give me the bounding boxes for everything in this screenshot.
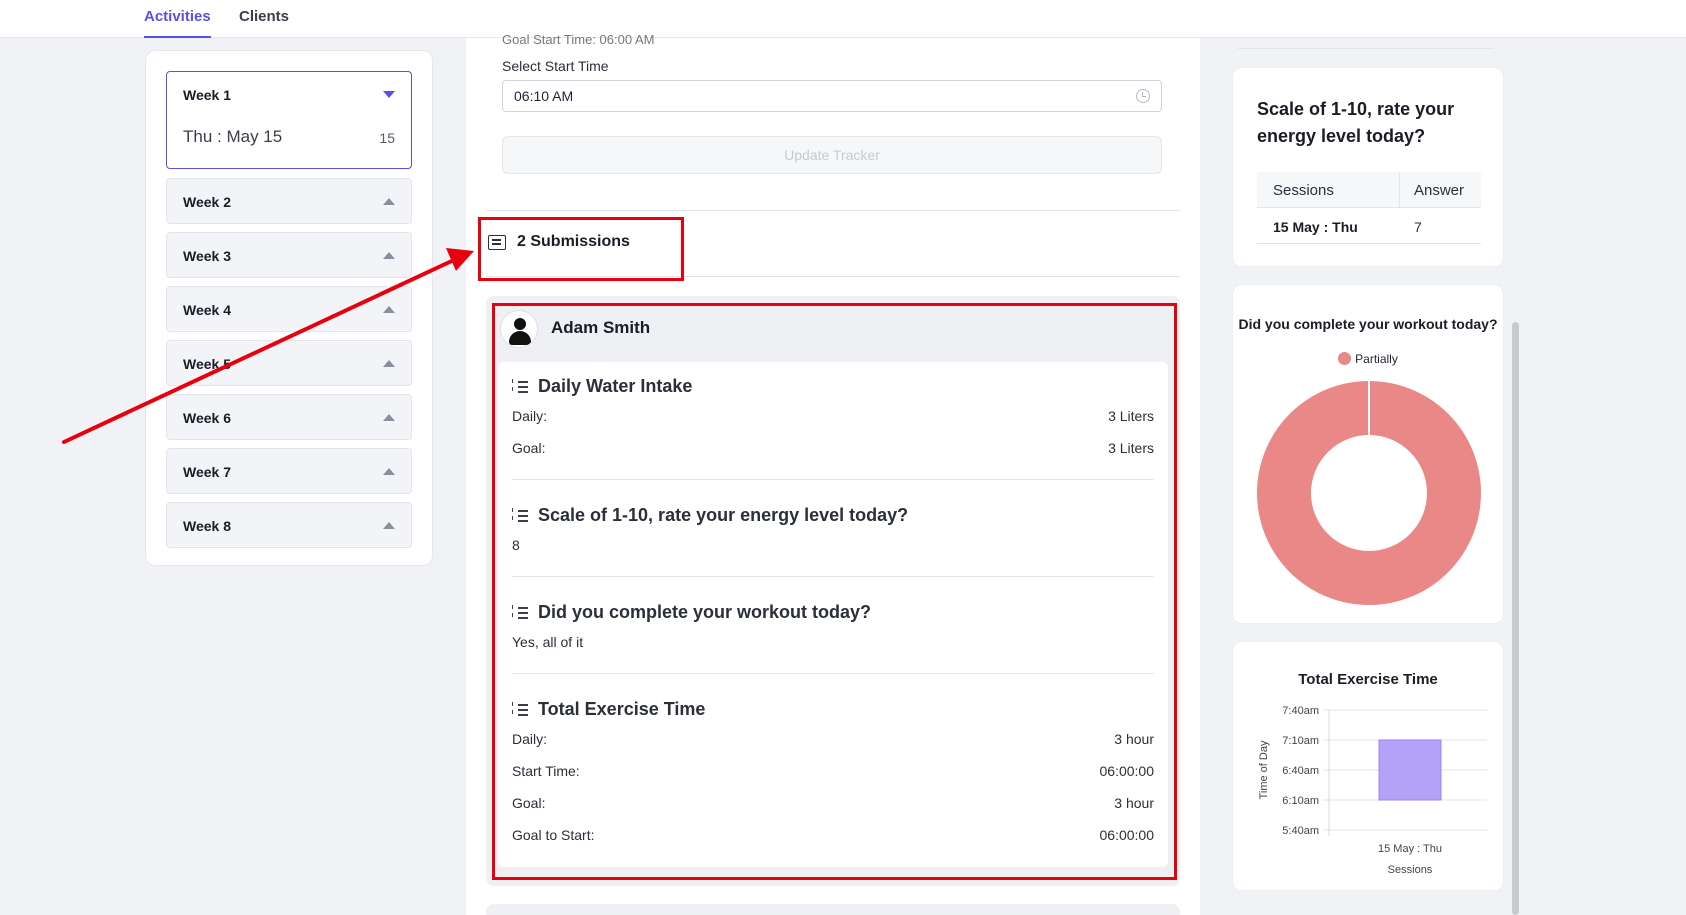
workout-chart-card: Did you complete your workout today? Par… bbox=[1232, 284, 1504, 624]
bar-15-may-thu[interactable] bbox=[1378, 739, 1442, 801]
week-item-8[interactable]: Week 8 bbox=[166, 502, 412, 548]
x-tick-label: 15 May : Thu bbox=[1378, 843, 1442, 855]
divider bbox=[1238, 48, 1494, 49]
legend-swatch bbox=[1338, 352, 1352, 365]
energy-answers-card: Scale of 1-10, rate your energy level to… bbox=[1232, 67, 1504, 267]
exercise-chart-card: Total Exercise Time 5:40am 6:10am 6:40am 7:… bbox=[1232, 641, 1504, 891]
chevron-up-icon bbox=[383, 306, 395, 313]
submission-card-next bbox=[486, 904, 1180, 915]
chart-legend[interactable]: Partially bbox=[1233, 352, 1503, 366]
day-count: 15 bbox=[379, 130, 395, 146]
week-item-6[interactable]: Week 6 bbox=[166, 394, 412, 440]
col-answer: Answer bbox=[1414, 182, 1465, 199]
chevron-down-icon[interactable] bbox=[383, 91, 395, 98]
select-start-time-label: Select Start Time bbox=[502, 58, 609, 74]
chevron-up-icon bbox=[383, 468, 395, 475]
legend-label: Partially bbox=[1355, 352, 1398, 366]
week-item-4[interactable]: Week 4 bbox=[166, 286, 412, 332]
row-answer: 7 bbox=[1414, 219, 1422, 235]
week-label: Week 6 bbox=[183, 410, 231, 426]
week-label: Week 4 bbox=[183, 302, 231, 318]
y-tick-label: 6:10am bbox=[1282, 795, 1319, 807]
y-tick-label: 7:10am bbox=[1282, 735, 1319, 747]
chevron-up-icon bbox=[383, 360, 395, 367]
weeks-panel: Week 1 Thu : May 15 15 Week 2 Week 3 Wee… bbox=[145, 50, 433, 566]
annotation-box-submission bbox=[492, 303, 1177, 880]
table-header: Sessions Answer bbox=[1257, 172, 1481, 208]
update-tracker-button[interactable]: Update Tracker bbox=[502, 136, 1162, 174]
annotation-box-submissions bbox=[478, 217, 684, 281]
chevron-up-icon bbox=[383, 414, 395, 421]
week-label: Week 7 bbox=[183, 464, 231, 480]
week-item-2[interactable]: Week 2 bbox=[166, 178, 412, 224]
y-axis-label: Time of Day bbox=[1258, 740, 1270, 799]
goal-start-time: Goal Start Time: 06:00 AM bbox=[502, 32, 655, 47]
week-item-1[interactable]: Week 1 Thu : May 15 15 bbox=[166, 71, 412, 169]
week-label: Week 3 bbox=[183, 248, 231, 264]
week-label: Week 1 bbox=[183, 87, 231, 103]
week-item-7[interactable]: Week 7 bbox=[166, 448, 412, 494]
y-tick-label: 7:40am bbox=[1282, 705, 1319, 717]
clock-icon[interactable] bbox=[1136, 89, 1150, 103]
table-row: 15 May : Thu 7 bbox=[1257, 208, 1481, 244]
exercise-bar-chart: 5:40am 6:10am 6:40am 7:10am 7:40am 15 May : T… bbox=[1258, 705, 1487, 876]
col-sessions: Sessions bbox=[1273, 182, 1334, 199]
donut-chart bbox=[1257, 381, 1481, 605]
week-day[interactable]: Thu : May 15 bbox=[183, 127, 282, 147]
divider bbox=[486, 210, 1180, 211]
week-label: Week 8 bbox=[183, 518, 231, 534]
energy-card-title: Scale of 1-10, rate your energy level to… bbox=[1257, 99, 1455, 146]
tab-activities[interactable]: Activities bbox=[144, 8, 211, 38]
scrollbar[interactable] bbox=[1512, 322, 1519, 915]
tab-clients[interactable]: Clients bbox=[239, 8, 289, 38]
x-axis-label: Sessions bbox=[1388, 864, 1433, 876]
week-item-5[interactable]: Week 5 bbox=[166, 340, 412, 386]
chevron-up-icon bbox=[383, 198, 395, 205]
chevron-up-icon bbox=[383, 252, 395, 259]
week-label: Week 5 bbox=[183, 356, 231, 372]
chevron-up-icon bbox=[383, 522, 395, 529]
week-item-3[interactable]: Week 3 bbox=[166, 232, 412, 278]
chart-title: Did you complete your workout today? bbox=[1238, 316, 1498, 332]
row-session: 15 May : Thu bbox=[1273, 219, 1358, 235]
y-tick-label: 5:40am bbox=[1282, 825, 1319, 837]
top-nav: Activities Clients bbox=[0, 0, 1686, 38]
y-tick-label: 6:40am bbox=[1282, 765, 1319, 777]
week-label: Week 2 bbox=[183, 194, 231, 210]
start-time-input[interactable] bbox=[502, 80, 1162, 112]
